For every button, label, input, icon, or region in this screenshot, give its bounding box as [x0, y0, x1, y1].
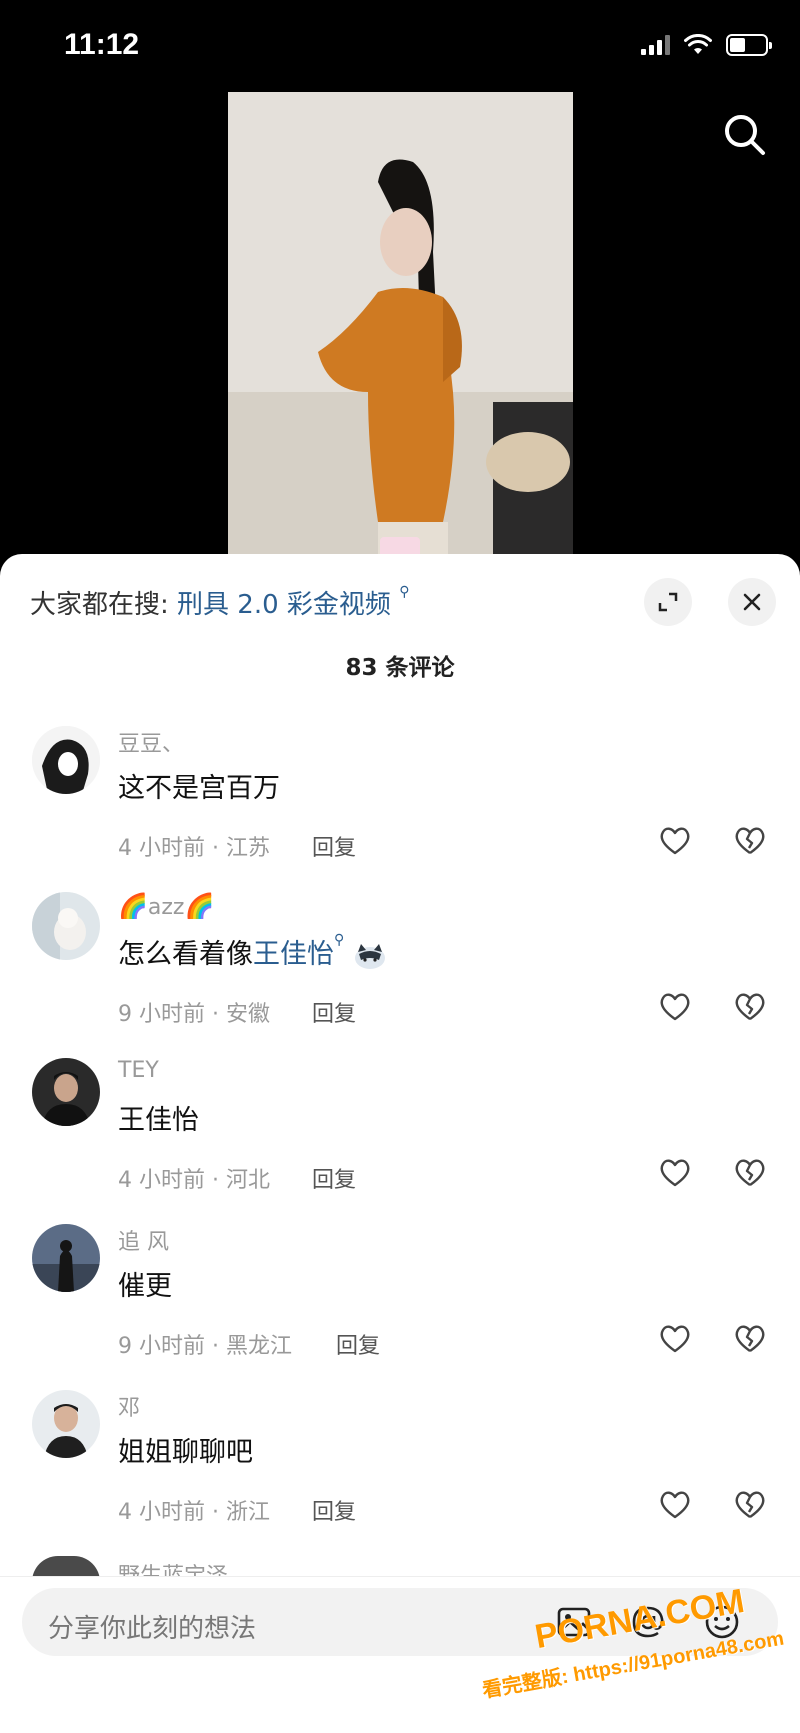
comment-meta: 4 小时前 · 江苏: [118, 836, 270, 861]
reply-button[interactable]: 回复: [312, 1494, 356, 1526]
avatar[interactable]: [32, 1058, 100, 1126]
expand-button[interactable]: [644, 578, 692, 626]
close-button[interactable]: [728, 578, 776, 626]
comment-username[interactable]: 豆豆、: [118, 726, 184, 758]
dislike-broken-heart-icon[interactable]: [733, 824, 767, 858]
comment-item: 豆豆、 这不是宫百万 4 小时前 · 江苏 回复: [0, 726, 800, 886]
rainbow-emoji-icon: 🌈: [118, 892, 148, 920]
search-icon: [725, 115, 765, 155]
avatar-image: [32, 726, 100, 794]
search-small-icon: ⚲: [334, 932, 345, 948]
reply-button[interactable]: 回复: [312, 996, 356, 1028]
comment-item: TEY 王佳怡 4 小时前 · 河北 回复: [0, 1058, 800, 1218]
avatar-image: [32, 1390, 100, 1458]
comment-input-placeholder: 分享你此刻的想法: [48, 1614, 257, 1644]
emoji-icon[interactable]: [704, 1604, 740, 1640]
avatar[interactable]: [32, 892, 100, 960]
comment-text: 催更: [118, 1271, 172, 1302]
comment-text: 王佳怡: [118, 1105, 199, 1136]
trending-query-link[interactable]: 刑具 2.0 彩金视频: [177, 590, 391, 620]
comment-input[interactable]: 分享你此刻的想法: [22, 1588, 778, 1656]
comment-username[interactable]: 🌈azz🌈: [118, 892, 214, 920]
like-heart-icon[interactable]: [658, 824, 692, 858]
trending-search[interactable]: 大家都在搜: 刑具 2.0 彩金视频 ⚲: [30, 584, 409, 621]
reply-button[interactable]: 回复: [336, 1328, 380, 1360]
avatar[interactable]: [32, 1390, 100, 1458]
avatar[interactable]: [32, 1224, 100, 1292]
battery-icon: [726, 34, 772, 56]
comment-text: 姐姐聊聊吧: [118, 1437, 253, 1468]
comment-count: 83 条评论: [345, 655, 455, 681]
wifi-icon: [684, 34, 712, 54]
reply-button[interactable]: 回复: [312, 830, 356, 862]
comment-text: 怎么看着像王佳怡⚲: [118, 932, 387, 971]
comment-text: 这不是宫百万: [118, 773, 280, 804]
video-thumbnail[interactable]: [228, 92, 573, 562]
trending-prefix: 大家都在搜:: [30, 590, 169, 620]
search-button[interactable]: [720, 110, 770, 160]
status-time: 11:12: [64, 28, 140, 61]
like-heart-icon[interactable]: [658, 1156, 692, 1190]
avatar-image: [32, 1224, 100, 1292]
expand-icon: [658, 592, 678, 612]
comment-username[interactable]: TEY: [118, 1058, 159, 1083]
reply-button[interactable]: 回复: [312, 1162, 356, 1194]
avatar[interactable]: [32, 726, 100, 794]
comment-item: 🌈azz🌈 怎么看着像王佳怡⚲ 9 小时前 · 安徽 回复: [0, 892, 800, 1052]
comment-item: 追 风 催更 9 小时前 · 黑龙江 回复: [0, 1224, 800, 1384]
mention-at-icon[interactable]: [630, 1604, 666, 1640]
comment-meta: 9 小时前 · 安徽: [118, 1002, 270, 1027]
mention-search-link[interactable]: 王佳怡: [253, 939, 334, 970]
avatar-image: [32, 892, 100, 960]
like-heart-icon[interactable]: [658, 1322, 692, 1356]
rainbow-emoji-icon: 🌈: [184, 892, 215, 920]
status-icons: [641, 34, 772, 56]
comment-meta: 9 小时前 · 黑龙江: [118, 1334, 292, 1359]
dislike-broken-heart-icon[interactable]: [733, 1488, 767, 1522]
image-icon[interactable]: [556, 1604, 592, 1640]
comment-meta: 4 小时前 · 浙江: [118, 1500, 270, 1525]
avatar-image: [32, 1058, 100, 1126]
comment-username[interactable]: 野生蓝宝泽: [118, 1558, 228, 1576]
search-small-icon: ⚲: [399, 584, 410, 600]
comment-username[interactable]: 追 风: [118, 1224, 169, 1256]
video-image: [228, 92, 573, 562]
like-heart-icon[interactable]: [658, 990, 692, 1024]
close-icon: [743, 593, 761, 611]
dislike-broken-heart-icon[interactable]: [733, 1322, 767, 1356]
cellular-signal-icon: [641, 35, 670, 55]
dislike-broken-heart-icon[interactable]: [733, 1156, 767, 1190]
comment-username[interactable]: 邓: [118, 1390, 140, 1422]
comment-meta: 4 小时前 · 河北: [118, 1168, 270, 1193]
like-heart-icon[interactable]: [658, 1488, 692, 1522]
comment-item: 邓 姐姐聊聊吧 4 小时前 · 浙江 回复: [0, 1390, 800, 1550]
dislike-broken-heart-icon[interactable]: [733, 990, 767, 1024]
cat-sticker-icon: [354, 943, 385, 969]
